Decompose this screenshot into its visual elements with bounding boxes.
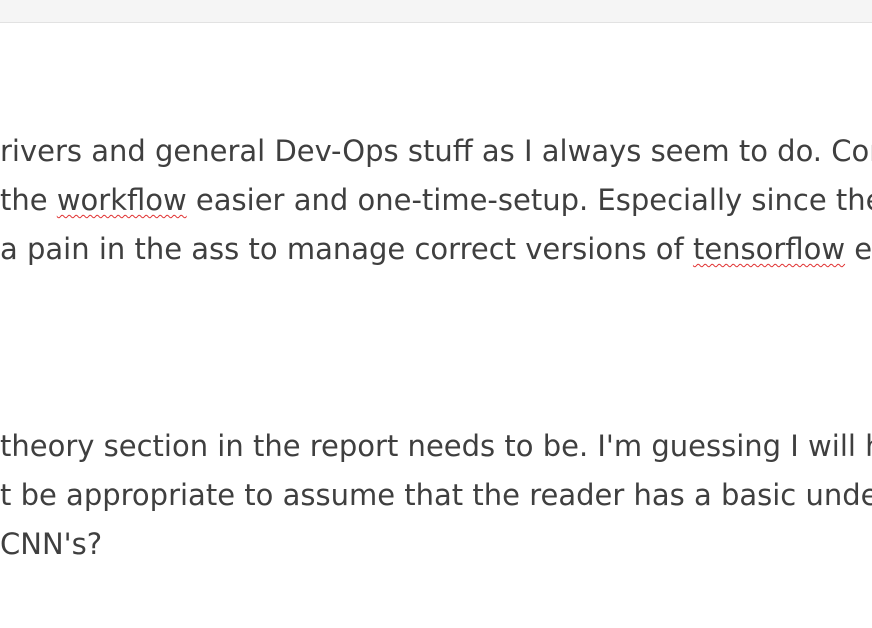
- document-editor[interactable]: rivers and general Dev-Ops stuff as I al…: [0, 23, 872, 628]
- paragraph-1-line-3-text-after: et: [854, 232, 872, 266]
- paragraph-1-line-3: a pain in the ass to manage correct vers…: [0, 231, 872, 267]
- paragraph-2-line-1-text: theory section in the report needs to be…: [0, 429, 872, 463]
- misspelled-word-workflow[interactable]: workflow: [57, 183, 187, 217]
- paragraph-2-line-1: theory section in the report needs to be…: [0, 428, 872, 464]
- misspelled-word-tensorflow[interactable]: tensorflow: [693, 232, 845, 266]
- paragraph-2-line-2: t be appropriate to assume that the read…: [0, 477, 872, 513]
- paragraph-1-line-1-text: rivers and general Dev-Ops stuff as I al…: [0, 134, 872, 168]
- paragraph-1-line-2: the workflow easier and one-time-setup. …: [0, 182, 872, 218]
- paragraph-2-line-3-text: CNN's?: [0, 527, 103, 561]
- paragraph-2-line-3: CNN's?: [0, 526, 102, 562]
- paragraph-1-line-1: rivers and general Dev-Ops stuff as I al…: [0, 133, 872, 169]
- paragraph-1-line-3-text-before: a pain in the ass to manage correct vers…: [0, 232, 693, 266]
- paragraph-1-line-2-text-before: the: [0, 183, 57, 217]
- paragraph-2-line-2-text: t be appropriate to assume that the read…: [0, 478, 872, 512]
- editor-toolbar-strip: [0, 0, 872, 23]
- paragraph-1-line-2-text-after: easier and one-time-setup. Especially si…: [186, 183, 872, 217]
